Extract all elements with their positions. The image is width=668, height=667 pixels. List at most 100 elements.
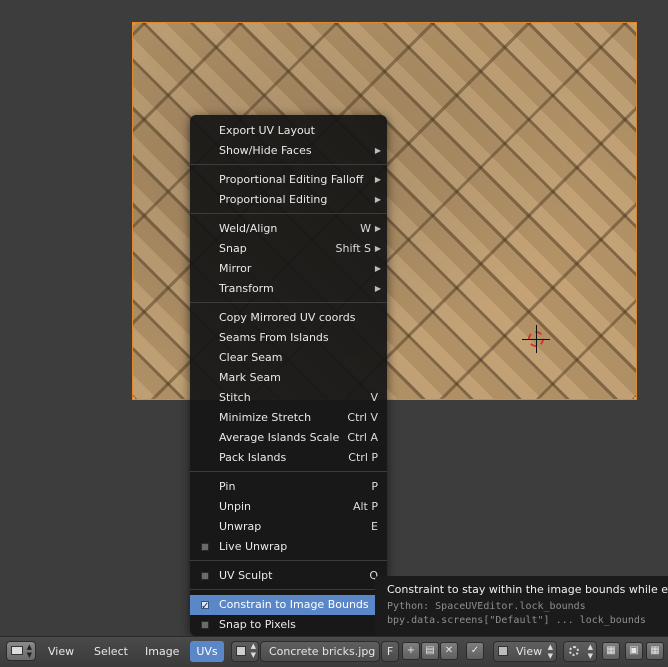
menu-item-label: Unpin: [219, 500, 252, 513]
sticky-selection-icon: ▦: [606, 645, 616, 656]
menu-item-label: Show/Hide Faces: [219, 144, 312, 157]
up-down-arrows-icon: ▲ ▼: [587, 643, 593, 660]
image-icon: [236, 646, 246, 656]
menu-item-label: Pin: [219, 480, 236, 493]
menu-item-label: Export UV Layout: [219, 124, 315, 137]
menu-item-label: Unwrap: [219, 520, 262, 533]
image-name: Concrete bricks.jpg: [269, 645, 376, 658]
menu-item-label: Clear Seam: [219, 351, 283, 364]
fake-user-label: F: [386, 645, 394, 658]
menu-item-label: Transform: [219, 282, 274, 295]
menu-item-label: UV Sculpt: [219, 569, 273, 582]
menu-separator: [190, 302, 387, 303]
2d-cursor-icon[interactable]: [522, 325, 550, 353]
menu-item-clear-seam[interactable]: Clear Seam: [190, 348, 387, 368]
submenu-arrow-icon: ▶: [374, 224, 381, 233]
submenu-arrow-icon: ▶: [374, 284, 381, 293]
menu-item-proportional-editing[interactable]: Proportional Editing ▶: [190, 190, 387, 210]
menu-item-label: Seams From Islands: [219, 331, 329, 344]
uv-select-mode-icon: ▣: [629, 645, 639, 656]
checkbox-icon[interactable]: [201, 572, 209, 580]
image-name-field[interactable]: Concrete bricks.jpg: [260, 641, 380, 662]
menu-item-label: Mark Seam: [219, 371, 281, 384]
checkbox-icon[interactable]: [201, 543, 209, 551]
view-mode-icon: [498, 646, 508, 656]
menu-item-label: Proportional Editing: [219, 193, 328, 206]
menu-item-minimize-stretch[interactable]: Minimize Stretch Ctrl V: [190, 408, 387, 428]
menu-item-transform[interactable]: Transform ▶: [190, 279, 387, 299]
menu-item-label: Live Unwrap: [219, 540, 288, 553]
new-image-button[interactable]: +: [402, 642, 420, 660]
menu-item-unpin[interactable]: Unpin Alt P: [190, 497, 387, 517]
checkbox-icon[interactable]: [201, 621, 209, 629]
unlink-image-button[interactable]: ✕: [440, 642, 458, 660]
menu-item-shortcut: P: [371, 480, 378, 493]
menu-item-snap-to-pixels[interactable]: Snap to Pixels: [190, 615, 387, 635]
menu-item-shortcut: V: [370, 391, 378, 404]
menu-item-shortcut: Alt P: [352, 500, 378, 513]
menu-item-label: Stitch: [219, 391, 251, 404]
menu-image[interactable]: Image: [145, 641, 179, 662]
menu-item-shortcut: E: [371, 520, 378, 533]
menu-item-label: Snap to Pixels: [219, 618, 296, 631]
up-down-arrows-icon: ▲ ▼: [250, 642, 256, 659]
submenu-arrow-icon: ▶: [374, 146, 381, 155]
menu-item-label: Pack Islands: [219, 451, 287, 464]
menu-separator: [190, 164, 387, 165]
menu-item-shortcut: Ctrl P: [348, 451, 378, 464]
close-icon: ✕: [444, 645, 454, 656]
tooltip-python: Python: SpaceUVEditor.lock_bounds: [387, 601, 586, 612]
menu-item-label: Constrain to Image Bounds: [219, 598, 369, 611]
menu-item-show-hide-faces[interactable]: Show/Hide Faces ▶: [190, 141, 387, 161]
uv-select-mode-button[interactable]: ▣: [625, 642, 643, 660]
menu-item-copy-mirrored-uv-coords[interactable]: Copy Mirrored UV coords: [190, 308, 387, 328]
menu-item-export-uv-layout[interactable]: Export UV Layout: [190, 121, 387, 141]
menu-item-mark-seam[interactable]: Mark Seam: [190, 368, 387, 388]
submenu-arrow-icon: ▶: [374, 244, 381, 253]
fake-user-button[interactable]: F: [381, 641, 399, 662]
pivot-point-dropdown[interactable]: ▲ ▼: [563, 641, 597, 662]
menu-item-shortcut: Ctrl V: [347, 411, 378, 424]
menu-select[interactable]: Select: [94, 641, 128, 662]
menu-item-weld-align[interactable]: Weld/Align W ▶: [190, 219, 387, 239]
menu-item-label: Weld/Align: [219, 222, 278, 235]
tooltip-title: Constraint to stay within the image boun…: [387, 583, 668, 596]
menu-item-average-islands-scale[interactable]: Average Islands Scale Ctrl A: [190, 428, 387, 448]
snap-mode-button[interactable]: ▦: [646, 642, 664, 660]
menu-uvs[interactable]: UVs: [190, 641, 224, 662]
menu-view[interactable]: View: [48, 641, 74, 662]
menu-item-snap[interactable]: Snap Shift S ▶: [190, 239, 387, 259]
menu-item-uv-sculpt[interactable]: UV Sculpt Q: [190, 566, 387, 586]
tooltip-data-path: bpy.data.screens["Default"] ... lock_bou…: [387, 615, 646, 626]
menu-item-proportional-editing-falloff[interactable]: Proportional Editing Falloff ▶: [190, 170, 387, 190]
image-browse-button[interactable]: ▲ ▼: [231, 641, 259, 662]
menu-item-label: Proportional Editing Falloff: [219, 173, 364, 186]
submenu-arrow-icon: ▶: [374, 195, 381, 204]
menu-item-shortcut: W: [360, 222, 371, 235]
plus-icon: +: [406, 645, 416, 656]
open-image-button[interactable]: ▤: [421, 642, 439, 660]
menu-item-unwrap[interactable]: Unwrap E: [190, 517, 387, 537]
menu-item-mirror[interactable]: Mirror ▶: [190, 259, 387, 279]
menu-separator: [190, 589, 387, 590]
checkbox-checked-icon[interactable]: [201, 597, 209, 617]
pin-image-button[interactable]: ✓: [466, 642, 484, 660]
menu-item-pack-islands[interactable]: Pack Islands Ctrl P: [190, 448, 387, 468]
menu-item-constrain-to-image-bounds[interactable]: Constrain to Image Bounds: [190, 595, 387, 617]
menu-item-seams-from-islands[interactable]: Seams From Islands: [190, 328, 387, 348]
sticky-selection-button[interactable]: ▦: [602, 642, 620, 660]
grid-icon: ▦: [650, 645, 660, 656]
menu-item-stitch[interactable]: Stitch V: [190, 388, 387, 408]
up-down-arrows-icon: ▲ ▼: [547, 643, 553, 660]
submenu-arrow-icon: ▶: [374, 175, 381, 184]
tooltip: Constraint to stay within the image boun…: [375, 576, 668, 636]
editor-type-button[interactable]: ▲ ▼: [6, 641, 36, 661]
uv-image-editor-icon: [11, 646, 23, 655]
menu-item-live-unwrap[interactable]: Live Unwrap: [190, 537, 387, 557]
menu-separator: [190, 213, 387, 214]
view-mode-dropdown[interactable]: View ▲ ▼: [493, 641, 557, 662]
menu-item-label: Copy Mirrored UV coords: [219, 311, 356, 324]
menu-item-pin[interactable]: Pin P: [190, 477, 387, 497]
menu-separator: [190, 560, 387, 561]
menu-item-label: Snap: [219, 242, 247, 255]
